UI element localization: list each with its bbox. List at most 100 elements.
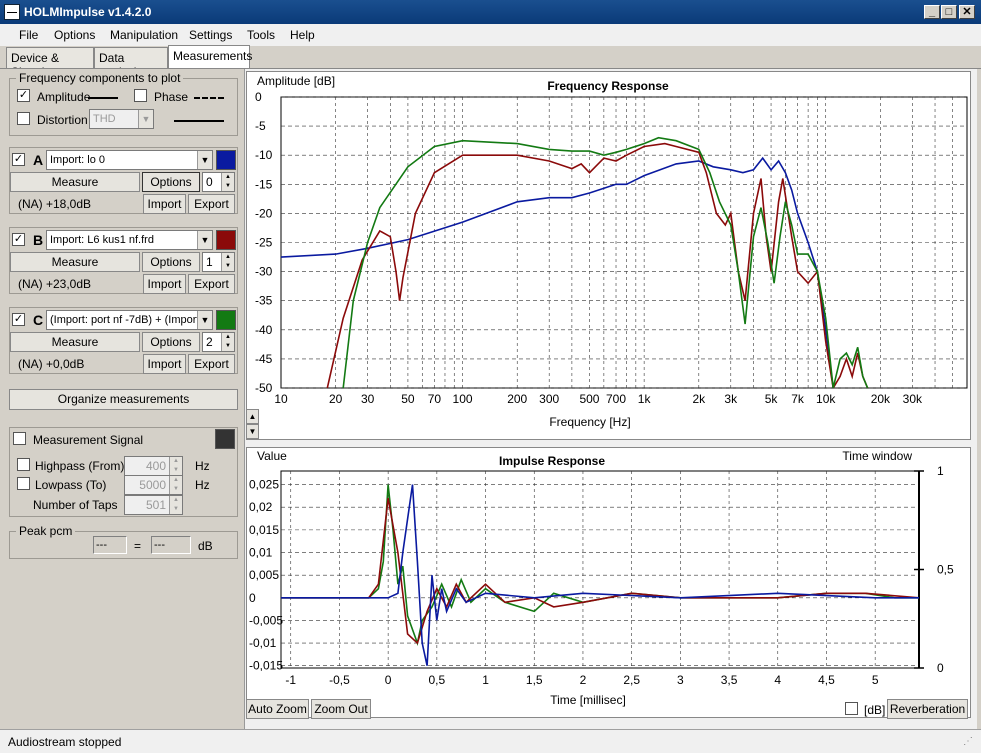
measurement-c-import-button[interactable]: Import	[143, 354, 186, 374]
x-tick-label: 2,5	[623, 673, 640, 687]
measurement-c-count: 2	[206, 335, 213, 349]
measurement-c-letter: C	[33, 312, 44, 328]
measurement-a-level: (NA) +18,0dB	[18, 197, 92, 211]
measurement-c-checkbox[interactable]: ✓	[12, 313, 25, 326]
measurement-a-import-button[interactable]: Import	[143, 194, 186, 214]
x-tick-label: 30k	[903, 392, 923, 406]
tab-measurements[interactable]: Measurements	[168, 45, 252, 69]
y-tick-label: -0,015	[249, 659, 283, 673]
measurement-c-measure-button[interactable]: Measure	[10, 332, 140, 352]
measurement-b-level: (NA) +23,0dB	[18, 277, 92, 291]
y-tick-label: -10	[255, 148, 273, 162]
measurement-a-count: 0	[206, 175, 213, 189]
x-tick-label: 50	[401, 392, 415, 406]
menu-file[interactable]: File	[19, 28, 38, 42]
y2-tick-label: 1	[937, 464, 944, 478]
spin-arrows-icon[interactable]: ▲ ▼	[221, 173, 234, 191]
spin-arrows-icon[interactable]: ▲ ▼	[221, 253, 234, 271]
menu-tools[interactable]: Tools	[247, 28, 275, 42]
peak-unit: dB	[198, 539, 213, 553]
taps-label: Number of Taps	[33, 498, 118, 512]
y-axis-label: Value	[257, 449, 287, 463]
measurement-a-export-button[interactable]: Export	[188, 194, 235, 214]
minimize-button[interactable]: _	[924, 5, 940, 19]
measurement-a-source-select[interactable]: Import: lo 0 ▼	[46, 150, 213, 170]
tab-device-signal[interactable]: Device & Signal	[6, 47, 94, 79]
spin-arrows-icon[interactable]: ▲ ▼	[169, 476, 182, 494]
lowpass-checkbox[interactable]	[17, 477, 30, 490]
zoom-out-button[interactable]: Zoom Out	[311, 699, 371, 719]
peak-legend: Peak pcm	[16, 524, 76, 538]
y-tick-label: -45	[255, 352, 273, 366]
distortion-checkbox[interactable]	[17, 112, 30, 125]
measurement-b-import-button[interactable]: Import	[143, 274, 186, 294]
measurement-a-checkbox[interactable]: ✓	[12, 153, 25, 166]
auto-zoom-button[interactable]: Auto Zoom	[246, 699, 309, 719]
menu-help[interactable]: Help	[290, 28, 315, 42]
distortion-label: Distortion	[37, 113, 88, 127]
spin-arrows-icon[interactable]: ▲ ▼	[169, 496, 182, 514]
spin-arrows-icon[interactable]: ▲ ▼	[169, 457, 182, 475]
taps-stepper[interactable]: 501 ▲ ▼	[124, 495, 183, 515]
measurement-a-options-button[interactable]: Options	[142, 172, 200, 192]
measurement-c-count-stepper[interactable]: 2 ▲ ▼	[202, 332, 235, 352]
db-checkbox[interactable]	[845, 702, 858, 715]
resize-grip-icon[interactable]: ⋰	[963, 736, 973, 747]
reverberation-button[interactable]: Reverberation	[887, 699, 968, 719]
measurement-b-count: 1	[206, 255, 213, 269]
status-text: Audiostream stopped	[8, 735, 122, 749]
close-button[interactable]: ✕	[959, 5, 975, 19]
x-tick-label: 3,5	[721, 673, 738, 687]
y-tick-label: 0,005	[249, 568, 279, 582]
distortion-line-sample	[174, 120, 224, 122]
maximize-button[interactable]: □	[941, 5, 957, 19]
y-tick-label: 0	[249, 591, 256, 605]
frequency-response-svg: 0 -5 -10 -15 -20 -25 -30 -35 -40 -45 -5010 20 30 50 70…	[255, 74, 968, 429]
lowpass-stepper[interactable]: 5000 ▲ ▼	[124, 475, 183, 495]
x-tick-label: 3k	[724, 392, 738, 406]
organize-measurements-button[interactable]: Organize measurements	[9, 389, 238, 410]
menu-options[interactable]: Options	[54, 28, 95, 42]
measurement-c-export-button[interactable]: Export	[188, 354, 235, 374]
x-tick-label: 2k	[692, 392, 706, 406]
x-tick-label: 1	[482, 673, 489, 687]
measurement-b-count-stepper[interactable]: 1 ▲ ▼	[202, 252, 235, 272]
measurement-b-export-button[interactable]: Export	[188, 274, 235, 294]
frequency-response-chart[interactable]: 0 -5 -10 -15 -20 -25 -30 -35 -40 -45 -50 10 20 30 50 70…	[246, 71, 971, 440]
measurement-a-count-stepper[interactable]: 0 ▲ ▼	[202, 172, 235, 192]
measurement-b-measure-button[interactable]: Measure	[10, 252, 140, 272]
x-tick-label: 5	[872, 673, 879, 687]
highpass-checkbox[interactable]	[17, 458, 30, 471]
measurement-a-color-swatch[interactable]	[216, 150, 236, 170]
measurement-b-checkbox[interactable]: ✓	[12, 233, 25, 246]
measurement-b-source-select[interactable]: Import: L6 kus1 nf.frd ▼	[46, 230, 213, 250]
measurement-a-measure-button[interactable]: Measure	[10, 172, 140, 192]
spin-arrows-icon[interactable]: ▲ ▼	[221, 333, 234, 351]
scroll-down-button[interactable]: ▼	[246, 424, 259, 439]
phase-checkbox[interactable]	[134, 89, 147, 102]
amplitude-checkbox[interactable]: ✓	[17, 89, 30, 102]
tab-data-analysis[interactable]: Data analysis	[94, 47, 168, 79]
measurement-c-color-swatch[interactable]	[216, 310, 236, 330]
highpass-stepper[interactable]: 400 ▲ ▼	[124, 456, 183, 476]
status-bar: Audiostream stopped ⋰	[0, 729, 981, 753]
distortion-type-select[interactable]: THD ▼	[89, 109, 154, 129]
measurement-b-source: Import: L6 kus1 nf.frd	[50, 234, 154, 246]
impulse-response-chart[interactable]: -1 -0,5 0 0,5 1 1,5 2 2,5 3 3,5 4 4,5 5 0,025 0,02 0,01…	[246, 447, 971, 718]
y-tick-label: -0,005	[249, 613, 283, 627]
menu-manipulation[interactable]: Manipulation	[110, 28, 178, 42]
menu-settings[interactable]: Settings	[189, 28, 232, 42]
y-tick-label: -5	[255, 119, 266, 133]
x-tick-label: 4,5	[818, 673, 835, 687]
measurement-b-options-button[interactable]: Options	[142, 252, 200, 272]
x-tick-label: 5k	[765, 392, 779, 406]
measurement-c-options-button[interactable]: Options	[142, 332, 200, 352]
phase-label: Phase	[154, 90, 189, 104]
measurement-b-color-swatch[interactable]	[216, 230, 236, 250]
scroll-up-button[interactable]: ▲	[246, 409, 259, 424]
measurement-signal-checkbox[interactable]	[13, 432, 26, 445]
measurement-c-source-select[interactable]: (Import: port nf -7dB) + (Import: lo 0 ▼	[46, 310, 213, 330]
x-axis-label: Time [millisec]	[550, 693, 626, 707]
x-tick-label: -1	[285, 673, 296, 687]
measurement-signal-color-swatch[interactable]	[215, 429, 235, 449]
